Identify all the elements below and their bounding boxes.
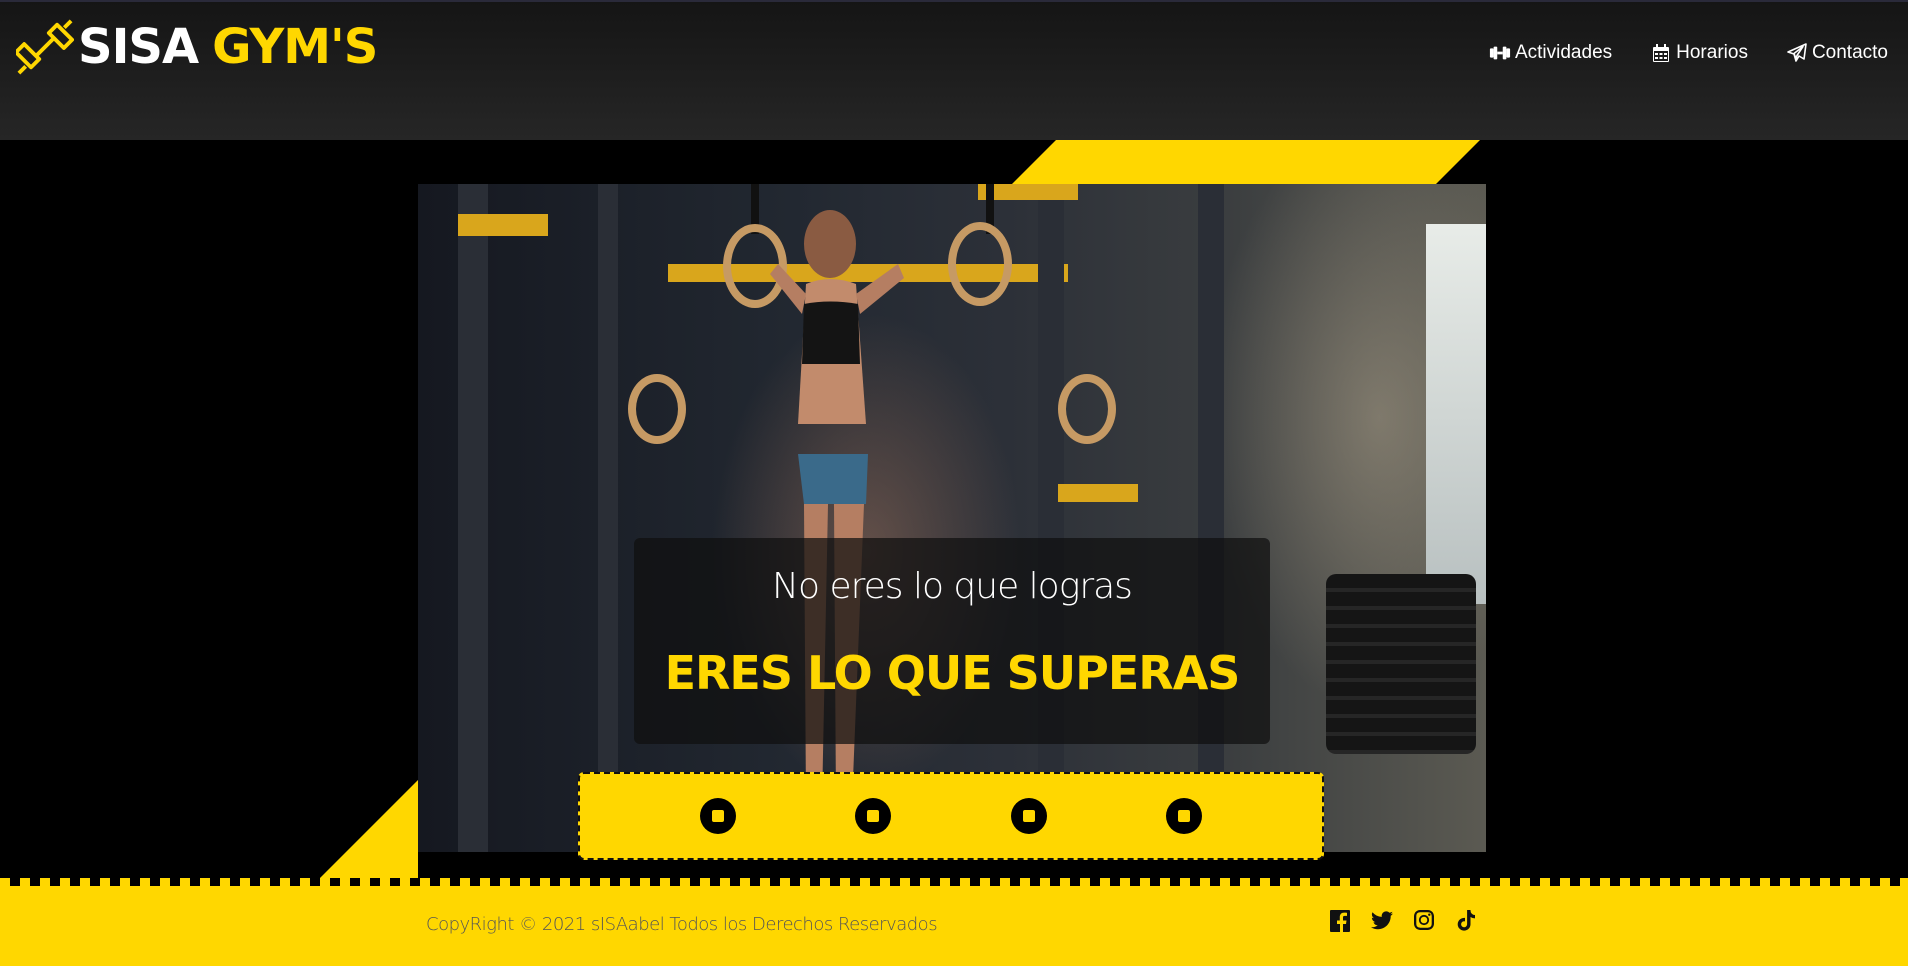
paper-plane-icon bbox=[1787, 43, 1807, 62]
instagram-icon[interactable] bbox=[1412, 908, 1436, 934]
window bbox=[1426, 224, 1486, 604]
social-links bbox=[1328, 908, 1478, 934]
tiktok-icon[interactable] bbox=[1454, 908, 1478, 934]
nav-item-contacto[interactable]: Contacto bbox=[1786, 42, 1888, 64]
hero-quote: No eres lo que logras ERES LO QUE SUPERA… bbox=[634, 538, 1270, 744]
slide-indicator-3[interactable] bbox=[1010, 798, 1047, 834]
nav-item-actividades[interactable]: Actividades bbox=[1489, 42, 1612, 64]
logo-word-primary: SISA bbox=[78, 19, 199, 75]
site-footer: CopyRight © 2021 sISAabel Todos los Dere… bbox=[0, 886, 1908, 966]
accent-stripe-top bbox=[1012, 140, 1480, 184]
slide-indicator-1[interactable] bbox=[699, 798, 736, 834]
nav-label: Horarios bbox=[1676, 42, 1748, 63]
footer-edge bbox=[0, 878, 1908, 886]
main-nav: Actividades Horarios Contacto bbox=[1489, 42, 1888, 64]
dumbbell-icon bbox=[1489, 46, 1511, 60]
site-header: SISA GYM'S Actividades Horarios Contacto bbox=[0, 0, 1908, 140]
logo-word-secondary: GYM'S bbox=[212, 19, 378, 75]
site-logo[interactable]: SISA GYM'S bbox=[16, 12, 378, 82]
nav-item-horarios[interactable]: Horarios bbox=[1650, 42, 1748, 64]
copyright-text: CopyRight © 2021 sISAabel Todos los Dere… bbox=[426, 914, 938, 935]
quote-line-2: ERES LO QUE SUPERAS bbox=[664, 646, 1241, 700]
slide-indicator-2[interactable] bbox=[855, 798, 892, 834]
slider-indicators bbox=[578, 772, 1324, 860]
twitter-icon[interactable] bbox=[1370, 908, 1394, 934]
accent-stripe-bottom bbox=[318, 780, 418, 880]
calendar-icon bbox=[1653, 44, 1670, 62]
slide-indicator-4[interactable] bbox=[1166, 798, 1203, 834]
dumbbell-icon bbox=[16, 19, 74, 75]
nav-label: Actividades bbox=[1514, 42, 1613, 63]
weight-plates bbox=[1326, 574, 1476, 754]
facebook-icon[interactable] bbox=[1328, 908, 1352, 934]
logo-text: SISA GYM'S bbox=[78, 19, 378, 75]
nav-label: Contacto bbox=[1811, 42, 1888, 63]
quote-line-1: No eres lo que logras bbox=[772, 566, 1133, 607]
hero-image bbox=[418, 184, 1486, 852]
